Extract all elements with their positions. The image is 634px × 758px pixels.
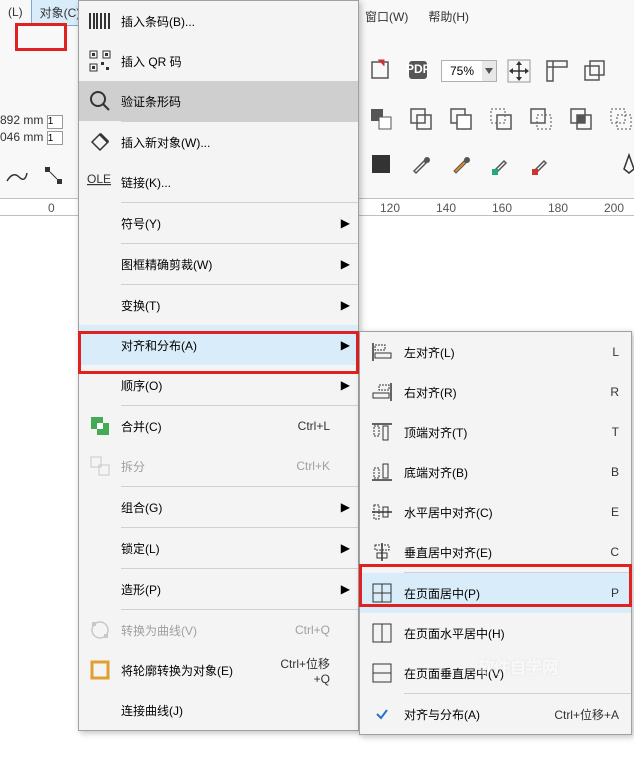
- width-stepper[interactable]: [47, 115, 63, 129]
- submenu-arrow-icon: ▶: [341, 541, 350, 555]
- menu-bar: (L) 对象(C): [0, 0, 89, 24]
- zoom-value: 75%: [442, 64, 482, 78]
- check-icon: [360, 707, 404, 721]
- menu-to-curves: 转换为曲线(V) Ctrl+Q: [79, 610, 358, 650]
- eyedropper-3-icon[interactable]: [485, 148, 517, 180]
- node-tool-icon[interactable]: [38, 160, 70, 192]
- menu-insert-qr[interactable]: 插入 QR 码: [79, 41, 358, 81]
- submenu-arrow-icon: ▶: [341, 257, 350, 271]
- pen-tool-icon[interactable]: [613, 148, 634, 180]
- qr-icon: [79, 50, 121, 72]
- freehand-icon[interactable]: [0, 160, 32, 192]
- submenu-arrow-icon: ▶: [341, 298, 350, 312]
- submenu-arrow-icon: ▶: [341, 216, 350, 230]
- shape-tool-6-icon[interactable]: [565, 103, 597, 135]
- menu-center-page-horizontal[interactable]: 在页面水平居中(H): [360, 613, 631, 653]
- shape-tool-4-icon[interactable]: [485, 103, 517, 135]
- menu-align-left[interactable]: 左对齐(L) L: [360, 332, 631, 372]
- eyedropper-1-icon[interactable]: [405, 148, 437, 180]
- menu-item-window[interactable]: 窗口(W): [365, 8, 408, 25]
- menu-insert-barcode[interactable]: 插入条码(B)...: [79, 1, 358, 41]
- menu-lock[interactable]: 锁定(L) ▶: [79, 528, 358, 568]
- width-value: 892 mm: [0, 113, 43, 127]
- menu-align-and-distribute-dialog[interactable]: 对齐与分布(A) Ctrl+位移+A: [360, 694, 631, 734]
- ole-icon: OLE: [79, 173, 121, 191]
- menu-insert-new-object[interactable]: 插入新对象(W)...: [79, 122, 358, 162]
- align-right-icon: [360, 381, 404, 403]
- menu-links[interactable]: OLE 链接(K)...: [79, 162, 358, 202]
- dimension-inputs: 892 mm 046 mm: [0, 112, 63, 145]
- toolbar-row-3: [365, 103, 634, 135]
- center-h-icon: [360, 501, 404, 523]
- left-tools: [0, 160, 70, 192]
- menu-align-right[interactable]: 右对齐(R) R: [360, 372, 631, 412]
- center-page-v-icon: [360, 662, 404, 684]
- pdf-icon[interactable]: PDF: [403, 55, 435, 87]
- menu-item-l[interactable]: (L): [0, 1, 31, 23]
- svg-text:OLE: OLE: [87, 173, 111, 186]
- zoom-combo[interactable]: 75%: [441, 60, 497, 82]
- menu-join-curves[interactable]: 连接曲线(J): [79, 690, 358, 730]
- shape-tool-1-icon[interactable]: [365, 103, 397, 135]
- submenu-arrow-icon: ▶: [341, 582, 350, 596]
- height-value: 046 mm: [0, 130, 43, 144]
- ruler-icon[interactable]: [541, 55, 573, 87]
- chevron-down-icon[interactable]: [482, 61, 496, 81]
- export-icon[interactable]: [365, 55, 397, 87]
- menu-combine[interactable]: 合并(C) Ctrl+L: [79, 406, 358, 446]
- menu-align-top[interactable]: 顶端对齐(T) T: [360, 412, 631, 452]
- fill-tool-icon[interactable]: [365, 148, 397, 180]
- combine-icon: [79, 415, 121, 437]
- align-top-icon: [360, 421, 404, 443]
- center-page-h-icon: [360, 622, 404, 644]
- watermark-text: 软件自学网: [478, 654, 558, 678]
- center-v-icon: [360, 541, 404, 563]
- menu-transform[interactable]: 变换(T) ▶: [79, 285, 358, 325]
- menu-group[interactable]: 组合(G) ▶: [79, 487, 358, 527]
- menu-verify-barcode[interactable]: 验证条形码: [79, 81, 358, 121]
- shape-tool-7-icon[interactable]: [605, 103, 634, 135]
- toolbar-row-2: PDF 75%: [365, 55, 611, 87]
- layers-icon[interactable]: [579, 55, 611, 87]
- eyedropper-2-icon[interactable]: [445, 148, 477, 180]
- menu-shape[interactable]: 造形(P) ▶: [79, 569, 358, 609]
- highlight-box-align-distribute: [78, 331, 359, 374]
- menu-center-horizontal[interactable]: 水平居中对齐(C) E: [360, 492, 631, 532]
- shape-tool-2-icon[interactable]: [405, 103, 437, 135]
- menu-break: 拆分 Ctrl+K: [79, 446, 358, 486]
- toolbar-row-4: [365, 148, 634, 180]
- magnifier-icon: [79, 90, 121, 112]
- align-left-icon: [360, 341, 404, 363]
- height-stepper[interactable]: [47, 131, 63, 145]
- break-icon: [79, 455, 121, 477]
- menu-bar-right: 窗口(W) 帮助(H): [365, 8, 469, 25]
- shape-tool-5-icon[interactable]: [525, 103, 557, 135]
- to-curves-icon: [79, 619, 121, 641]
- submenu-arrow-icon: ▶: [341, 378, 350, 392]
- submenu-arrow-icon: ▶: [341, 500, 350, 514]
- align-bottom-icon: [360, 461, 404, 483]
- menu-item-help[interactable]: 帮助(H): [428, 8, 469, 25]
- barcode-icon: [79, 11, 121, 31]
- highlight-box-object-menu: [15, 23, 67, 51]
- move-tool-icon[interactable]: [503, 55, 535, 87]
- svg-text:PDF: PDF: [406, 62, 430, 76]
- new-object-icon: [79, 131, 121, 153]
- shape-tool-3-icon[interactable]: [445, 103, 477, 135]
- outline-to-obj-icon: [79, 659, 121, 681]
- menu-symbol[interactable]: 符号(Y) ▶: [79, 203, 358, 243]
- menu-align-bottom[interactable]: 底端对齐(B) B: [360, 452, 631, 492]
- menu-powerclip[interactable]: 图框精确剪裁(W) ▶: [79, 244, 358, 284]
- highlight-box-center-page: [359, 564, 632, 607]
- eyedropper-4-icon[interactable]: [525, 148, 557, 180]
- menu-outline-to-object[interactable]: 将轮廓转换为对象(E) Ctrl+位移+Q: [79, 650, 358, 690]
